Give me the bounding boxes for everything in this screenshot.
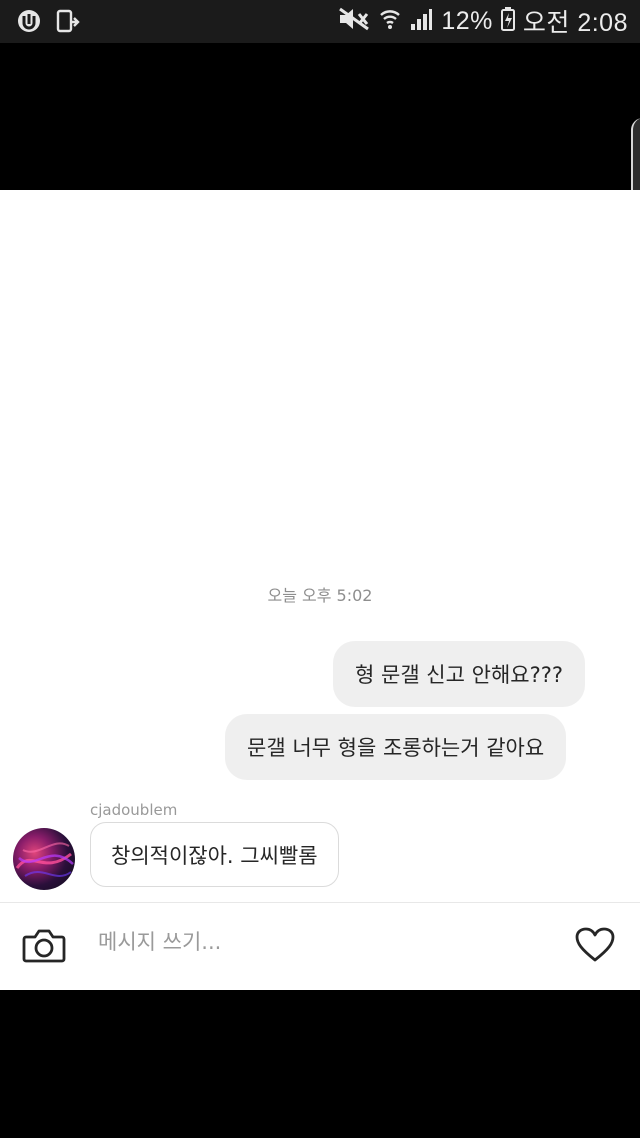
status-bar: 12% 오전 2:08 xyxy=(0,0,640,43)
heart-icon[interactable] xyxy=(575,927,615,967)
wifi-icon xyxy=(379,6,401,36)
sender-username: cjadoublem xyxy=(90,801,178,819)
message-text: 형 문갤 신고 안해요??? xyxy=(355,663,564,687)
message-text: 문갤 너무 형을 조롱하는거 같아요 xyxy=(247,736,545,760)
clock: 오전 2:08 xyxy=(522,9,628,37)
app-notification-icon xyxy=(16,8,42,38)
top-black-area xyxy=(0,43,640,190)
outgoing-message[interactable]: 형 문갤 신고 안해요??? xyxy=(333,641,586,707)
message-composer xyxy=(0,903,640,990)
avatar[interactable] xyxy=(13,828,75,890)
chat-area: 오늘 오후 5:02 형 문갤 신고 안해요??? 문갤 너무 형을 조롱하는거… xyxy=(0,190,640,990)
mute-icon xyxy=(337,6,371,36)
message-timestamp: 오늘 오후 5:02 xyxy=(267,586,373,605)
message-input[interactable] xyxy=(98,930,538,954)
incoming-message[interactable]: 창의적이잖아. 그씨빨롬 xyxy=(90,822,339,887)
bottom-black-area xyxy=(0,990,640,1138)
battery-icon xyxy=(500,6,515,36)
camera-icon[interactable] xyxy=(22,927,66,969)
outgoing-message[interactable]: 문갤 너무 형을 조롱하는거 같아요 xyxy=(225,714,567,780)
message-text: 창의적이잖아. 그씨빨롬 xyxy=(111,843,318,868)
signal-icon xyxy=(409,6,433,36)
screen-mirror-icon xyxy=(56,8,80,38)
battery-percent: 12% xyxy=(441,6,493,35)
